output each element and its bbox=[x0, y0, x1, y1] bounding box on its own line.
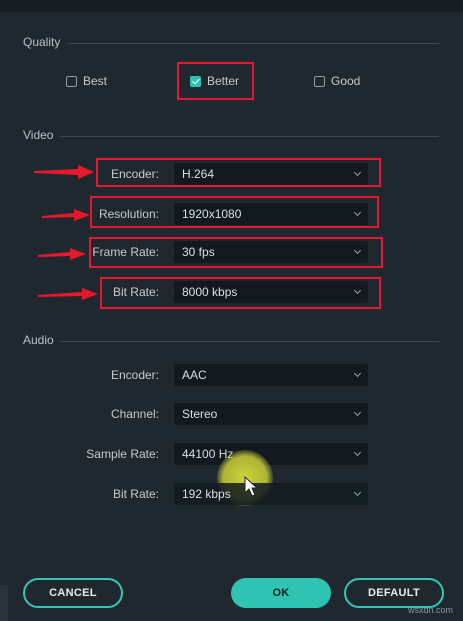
audio-encoder-label: Encoder: bbox=[110, 368, 159, 382]
annotation-highlight-box bbox=[89, 237, 383, 268]
audio-encoder-select[interactable]: AAC bbox=[174, 364, 368, 386]
audio-channel-value: Stereo bbox=[182, 407, 218, 421]
audio-divider bbox=[60, 341, 439, 342]
window-edge bbox=[0, 585, 8, 621]
audio-bit-rate-value: 192 kbps bbox=[182, 487, 231, 501]
red-arrow-icon bbox=[34, 165, 94, 179]
audio-channel-select[interactable]: Stereo bbox=[174, 403, 368, 425]
audio-sample-rate-select[interactable]: 44100 Hz bbox=[174, 443, 368, 465]
chevron-down-icon bbox=[353, 448, 362, 457]
chevron-down-icon bbox=[353, 408, 362, 417]
red-arrow-icon bbox=[42, 209, 90, 221]
video-divider bbox=[60, 136, 439, 137]
mouse-pointer-icon bbox=[244, 476, 259, 497]
checkbox-unchecked-icon[interactable] bbox=[66, 75, 77, 87]
annotation-highlight-box bbox=[100, 277, 381, 309]
audio-bit-rate-select[interactable]: 192 kbps bbox=[174, 483, 368, 505]
audio-bit-rate-label: Bit Rate: bbox=[112, 487, 159, 501]
annotation-highlight-box bbox=[96, 158, 381, 187]
quality-section-label: Quality bbox=[23, 35, 61, 49]
audio-section-label: Audio bbox=[23, 333, 54, 347]
checkbox-unchecked-icon[interactable] bbox=[314, 75, 325, 87]
watermark-text: wsxdn.com bbox=[407, 605, 453, 615]
quality-divider bbox=[68, 43, 439, 44]
audio-channel-label: Channel: bbox=[110, 407, 159, 421]
chevron-down-icon bbox=[353, 369, 362, 378]
quality-option-good[interactable]: Good bbox=[314, 74, 360, 88]
audio-sample-rate-label: Sample Rate: bbox=[86, 447, 159, 461]
default-button[interactable]: DEFAULT bbox=[344, 578, 444, 608]
annotation-highlight-box bbox=[90, 196, 379, 228]
chevron-down-icon bbox=[353, 488, 362, 497]
quality-option-best-label: Best bbox=[83, 74, 108, 88]
cancel-button[interactable]: CANCEL bbox=[23, 578, 123, 608]
quality-option-best[interactable]: Best bbox=[66, 74, 107, 88]
title-bar-strip bbox=[0, 0, 463, 12]
quality-option-good-label: Good bbox=[331, 74, 361, 88]
red-arrow-icon bbox=[38, 248, 86, 260]
ok-button[interactable]: OK bbox=[231, 578, 331, 608]
video-section-label: Video bbox=[23, 128, 54, 142]
red-arrow-icon bbox=[38, 288, 98, 300]
audio-encoder-value: AAC bbox=[182, 368, 207, 382]
annotation-highlight-box bbox=[177, 62, 254, 100]
